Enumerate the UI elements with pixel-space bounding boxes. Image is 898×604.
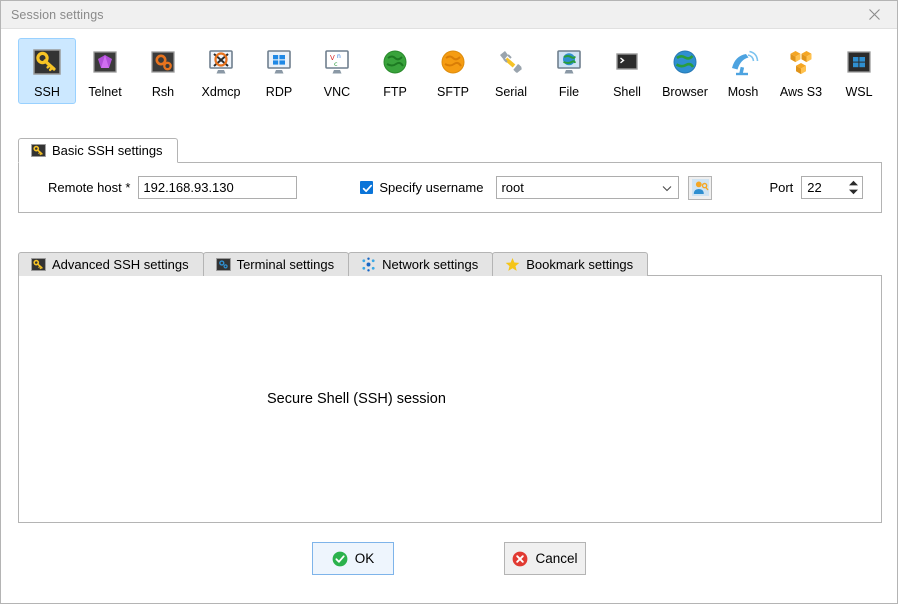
globe-monitor-icon (557, 50, 581, 74)
satellite-icon (732, 50, 759, 76)
select-user-key-button[interactable] (688, 175, 713, 200)
advanced-settings-group: Advanced SSH settings Terminal settings (18, 251, 882, 524)
session-type-mosh[interactable]: Mosh (714, 38, 772, 104)
basic-ssh-settings-group: Basic SSH settings Remote host * Specify… (18, 138, 882, 214)
specify-username-checkbox[interactable]: Specify username (360, 180, 483, 195)
session-type-browser[interactable]: Browser (656, 38, 714, 104)
tab-bookmark-settings[interactable]: Bookmark settings (492, 252, 649, 276)
blue-globe-icon (673, 50, 697, 74)
aws-cubes-icon (790, 51, 812, 75)
tab-basic-ssh-settings[interactable]: Basic SSH settings (18, 138, 178, 163)
session-type-wsl[interactable]: WSL (830, 38, 888, 104)
basic-settings-panel: Remote host * Specify username root (18, 162, 882, 213)
session-type-rdp[interactable]: RDP (250, 38, 308, 104)
session-type-aws-s3[interactable]: Aws S3 (772, 38, 830, 104)
svg-text:n: n (337, 53, 341, 60)
cancel-button[interactable]: Cancel (504, 542, 586, 575)
ok-button[interactable]: OK (312, 542, 394, 575)
session-type-label: Serial (495, 85, 527, 99)
checkbox-box (360, 181, 374, 194)
user-key-icon (691, 179, 709, 196)
session-settings-dialog: Session settings SSH Telnet Rsh Xdmcp RD… (0, 0, 898, 604)
session-type-rsh[interactable]: Rsh (134, 38, 192, 104)
session-type-label: Rsh (151, 85, 175, 99)
chevron-down-icon (663, 185, 672, 191)
cancel-label: Cancel (535, 551, 578, 566)
session-type-label: RDP (265, 85, 293, 99)
session-type-label: VNC (323, 85, 351, 99)
green-globe-icon (383, 50, 407, 74)
session-type-label: WSL (845, 85, 873, 99)
session-type-label: Xdmcp (201, 85, 241, 99)
port-spinbox[interactable]: 22 (801, 176, 864, 199)
session-type-label: Browser (662, 85, 708, 99)
tab-terminal-settings[interactable]: Terminal settings (202, 252, 350, 276)
session-type-label: Shell (613, 85, 641, 99)
tab-network-settings[interactable]: Network settings (348, 252, 494, 276)
close-button[interactable] (852, 1, 897, 28)
tab-label: Bookmark settings (526, 257, 634, 272)
ok-label: OK (354, 551, 375, 566)
port-label: Port (769, 180, 794, 195)
port-stepper[interactable] (844, 177, 862, 198)
session-type-ftp[interactable]: FTP (366, 38, 424, 104)
check-circle-icon (332, 551, 348, 566)
close-icon (869, 9, 880, 20)
x-circle-icon (513, 551, 528, 566)
key-icon (33, 49, 61, 75)
chevron-up-icon (848, 180, 858, 186)
specify-username-label: Specify username (379, 180, 484, 195)
session-type-label: Telnet (88, 85, 122, 99)
session-type-shell[interactable]: Shell (598, 38, 656, 104)
tab-label: Basic SSH settings (52, 143, 163, 158)
session-type-strip: SSH Telnet Rsh Xdmcp RDP V n c VNC FTP S… (1, 29, 897, 113)
vnc-monitor-icon: V n c (325, 50, 349, 74)
gears-icon (215, 258, 231, 271)
star-icon (505, 257, 520, 271)
windows-monitor-icon (267, 50, 291, 74)
window-title: Session settings (11, 7, 104, 22)
terminal-icon (616, 53, 638, 70)
chevron-down-icon (848, 189, 858, 195)
session-type-telnet[interactable]: Telnet (76, 38, 134, 104)
gears-icon (151, 51, 175, 73)
key-icon (31, 258, 46, 271)
check-icon (363, 184, 373, 193)
session-type-label: FTP (383, 85, 407, 99)
session-type-label: Aws S3 (779, 85, 823, 99)
session-type-xdmcp[interactable]: Xdmcp (192, 38, 250, 104)
tab-label: Network settings (382, 257, 479, 272)
gem-icon (93, 51, 117, 73)
basic-settings-tabrow: Basic SSH settings (18, 138, 882, 163)
titlebar: Session settings (1, 1, 897, 29)
username-value: root (501, 180, 524, 195)
tab-label: Terminal settings (236, 257, 335, 272)
advanced-settings-tabrow: Advanced SSH settings Terminal settings (18, 251, 882, 276)
session-type-label: File (558, 85, 580, 99)
x-monitor-icon (209, 50, 233, 74)
plug-icon (500, 51, 522, 73)
key-icon (31, 144, 46, 157)
svg-text:c: c (334, 60, 338, 68)
windows-logo-icon (847, 51, 871, 73)
session-type-file[interactable]: File (540, 38, 598, 104)
username-combobox[interactable]: root (496, 176, 680, 199)
session-type-label: SSH (34, 85, 60, 99)
tab-advanced-ssh-settings[interactable]: Advanced SSH settings (18, 252, 204, 276)
remote-host-input[interactable] (138, 176, 298, 199)
session-type-sftp[interactable]: SFTP (424, 38, 482, 104)
session-description-panel: Secure Shell (SSH) session (18, 275, 882, 523)
port-value: 22 (807, 180, 822, 195)
orange-globe-icon (441, 50, 465, 74)
dialog-button-bar: OK Cancel (1, 542, 897, 575)
session-type-vnc[interactable]: V n c VNC (308, 38, 366, 104)
session-type-serial[interactable]: Serial (482, 38, 540, 104)
session-description: Secure Shell (SSH) session (267, 391, 446, 407)
tab-label: Advanced SSH settings (52, 257, 189, 272)
session-type-ssh[interactable]: SSH (18, 38, 76, 104)
remote-host-label: Remote host * (48, 180, 131, 195)
nodes-icon (362, 257, 375, 272)
session-type-label: SFTP (437, 85, 469, 99)
session-type-label: Mosh (727, 85, 759, 99)
